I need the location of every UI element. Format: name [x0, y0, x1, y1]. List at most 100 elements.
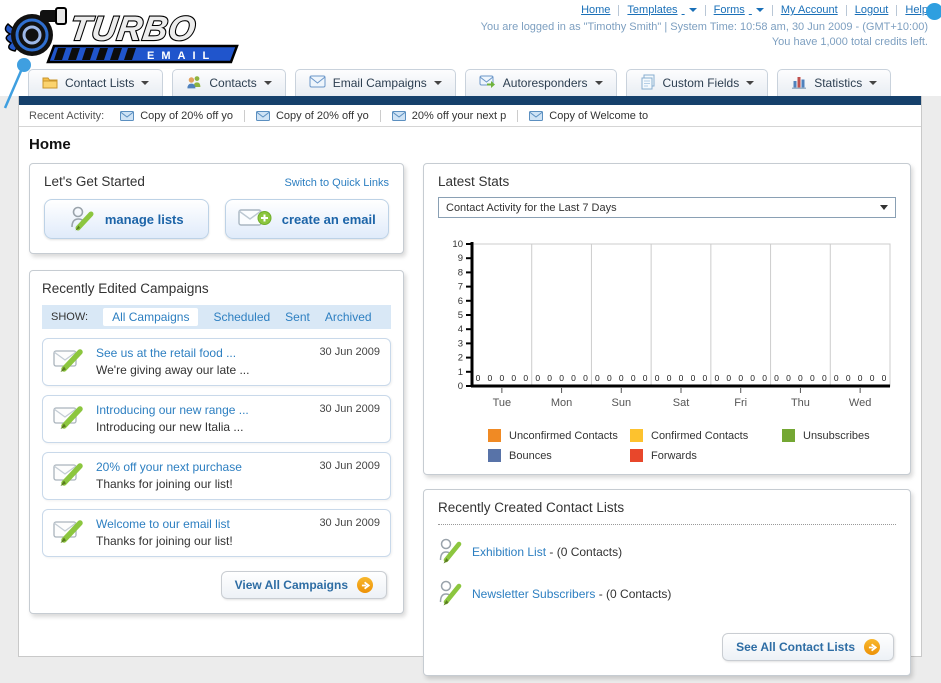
filter-all-campaigns[interactable]: All Campaigns: [103, 308, 199, 326]
chevron-down-icon: [755, 8, 764, 12]
tab-contacts[interactable]: Contacts: [172, 69, 286, 96]
divider: [771, 4, 773, 16]
view-all-campaigns-button[interactable]: View All Campaigns: [220, 571, 387, 599]
svg-text:0: 0: [488, 373, 493, 383]
svg-text:0: 0: [738, 373, 743, 383]
nav-link-templates[interactable]: Templates: [627, 4, 697, 16]
campaign-subtitle: Introducing our new Italia ...: [96, 420, 244, 434]
contact-list-link[interactable]: Exhibition List: [472, 545, 546, 559]
recent-activity-item[interactable]: Copy of 20% off yo: [120, 110, 245, 122]
svg-text:0: 0: [786, 373, 791, 383]
svg-text:0: 0: [619, 373, 624, 383]
svg-text:0: 0: [547, 373, 552, 383]
button-label: See All Contact Lists: [736, 640, 855, 654]
svg-text:0: 0: [846, 373, 851, 383]
recent-activity-item[interactable]: Copy of 20% off yo: [255, 110, 381, 122]
person-edit-icon: [438, 536, 462, 567]
latest-stats-panel: Latest Stats Contact Activity for the La…: [423, 163, 911, 475]
contact-list-link[interactable]: Newsletter Subscribers: [472, 587, 595, 601]
person-edit-icon: [69, 205, 95, 234]
svg-text:Wed: Wed: [849, 397, 871, 409]
campaign-subtitle: Thanks for joining our list!: [96, 534, 233, 548]
envelope-edit-icon: [53, 403, 85, 434]
see-all-contact-lists-button[interactable]: See All Contact Lists: [722, 633, 894, 661]
recent-activity-bar: Recent Activity: Copy of 20% off yo Copy…: [19, 105, 921, 126]
recent-activity-item[interactable]: 20% off your next p: [391, 110, 519, 122]
tab-contact-lists[interactable]: Contact Lists: [28, 69, 164, 96]
svg-text:Fri: Fri: [734, 397, 747, 409]
legend-swatch: [488, 429, 501, 442]
svg-text:1: 1: [458, 367, 463, 378]
svg-text:Thu: Thu: [791, 397, 810, 409]
svg-text:0: 0: [607, 373, 612, 383]
nav-link-my-account[interactable]: My Account: [781, 4, 838, 16]
tab-custom-fields[interactable]: Custom Fields: [625, 69, 769, 96]
campaign-title-link[interactable]: Welcome to our email list: [96, 517, 308, 531]
tab-email-campaigns[interactable]: Email Campaigns: [294, 69, 456, 96]
nav-link-help[interactable]: Help: [905, 4, 928, 16]
divider: [704, 4, 706, 16]
svg-text:0: 0: [703, 373, 708, 383]
campaign-title-link[interactable]: Introducing our new range ...: [96, 403, 308, 417]
campaign-title-link[interactable]: See us at the retail food ...: [96, 346, 308, 360]
campaign-row[interactable]: Welcome to our email list Thanks for joi…: [42, 509, 391, 557]
stats-select[interactable]: Contact Activity for the Last 7 Days: [438, 197, 896, 218]
recent-activity-item[interactable]: Copy of Welcome to: [529, 110, 659, 122]
nav-link-forms[interactable]: Forms: [714, 4, 764, 16]
switch-quick-links-link[interactable]: Switch to Quick Links: [284, 177, 389, 189]
recent-activity-label: Recent Activity:: [29, 110, 105, 122]
contact-list-row[interactable]: Exhibition List - (0 Contacts): [438, 536, 896, 567]
svg-text:0: 0: [691, 373, 696, 383]
svg-text:8: 8: [458, 267, 463, 278]
svg-text:0: 0: [595, 373, 600, 383]
envelope-icon: [309, 75, 326, 91]
svg-text:0: 0: [458, 381, 463, 392]
envelope-icon: [255, 111, 270, 121]
tab-autoresponders[interactable]: Autoresponders: [464, 69, 617, 96]
svg-text:0: 0: [774, 373, 779, 383]
campaign-date: 30 Jun 2009: [319, 517, 380, 529]
chevron-down-icon: [880, 205, 888, 210]
button-label: create an email: [281, 211, 376, 227]
svg-text:0: 0: [523, 373, 528, 383]
svg-text:6: 6: [458, 296, 463, 307]
recently-edited-campaigns-panel: Recently Edited Campaigns SHOW: All Camp…: [29, 270, 404, 614]
envelope-plus-icon: [238, 206, 272, 233]
tab-label: Custom Fields: [662, 76, 740, 90]
nav-link-home[interactable]: Home: [581, 4, 610, 16]
chevron-down-icon: [141, 81, 150, 85]
svg-text:0: 0: [750, 373, 755, 383]
stats-select-value: Contact Activity for the Last 7 Days: [446, 201, 617, 214]
main-nav-tabs: Contact Lists Contacts Email Campaigns A…: [28, 69, 892, 96]
svg-text:10: 10: [452, 239, 463, 250]
svg-text:0: 0: [714, 373, 719, 383]
chevron-down-icon: [688, 8, 697, 12]
svg-text:0: 0: [810, 373, 815, 383]
manage-lists-button[interactable]: manage lists: [44, 199, 209, 239]
help-bubble-icon[interactable]: [926, 3, 941, 20]
svg-text:0: 0: [679, 373, 684, 383]
create-email-button[interactable]: create an email: [224, 199, 389, 239]
tab-label: Autoresponders: [502, 76, 588, 90]
button-label: View All Campaigns: [234, 578, 348, 592]
campaign-row[interactable]: 20% off your next purchase Thanks for jo…: [42, 452, 391, 500]
legend-item: Forwards: [630, 449, 782, 462]
pages-icon: [640, 74, 656, 93]
tab-statistics[interactable]: Statistics: [777, 69, 892, 96]
filter-scheduled[interactable]: Scheduled: [213, 310, 270, 324]
arrow-circle-icon: [357, 577, 373, 593]
campaign-row[interactable]: Introducing our new range ... Introducin…: [42, 395, 391, 443]
campaign-date: 30 Jun 2009: [319, 346, 380, 358]
header: TURBO EMAIL Home Templates Forms My Acco…: [0, 0, 941, 109]
nav-link-logout[interactable]: Logout: [855, 4, 889, 16]
legend-item: Bounces: [488, 449, 630, 462]
contact-list-row[interactable]: Newsletter Subscribers - (0 Contacts): [438, 578, 896, 609]
filter-sent[interactable]: Sent: [285, 310, 310, 324]
campaign-title-link[interactable]: 20% off your next purchase: [96, 460, 308, 474]
svg-text:Tue: Tue: [493, 397, 512, 409]
svg-text:0: 0: [631, 373, 636, 383]
filter-archived[interactable]: Archived: [325, 310, 372, 324]
recently-created-contact-lists-panel: Recently Created Contact Lists Exhibitio…: [423, 489, 911, 676]
campaign-row[interactable]: See us at the retail food ... We're givi…: [42, 338, 391, 386]
svg-text:Sun: Sun: [611, 397, 631, 409]
